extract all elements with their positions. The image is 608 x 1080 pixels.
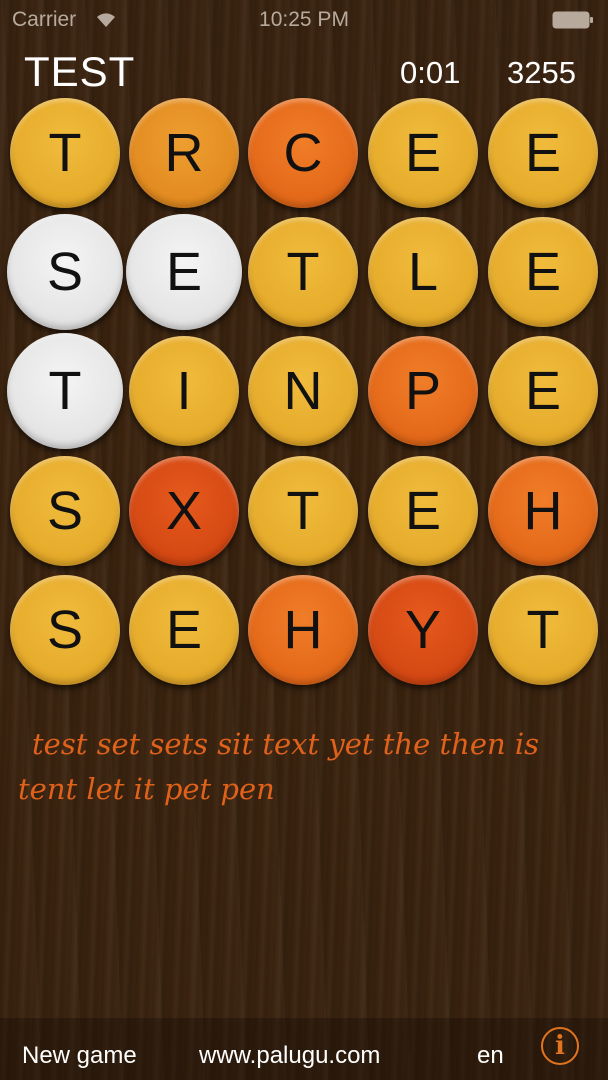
letter-tile[interactable]: E (488, 98, 598, 208)
letter-tile[interactable]: E (368, 456, 478, 566)
letter-tile[interactable]: S (10, 575, 120, 685)
website-link[interactable]: www.palugu.com (199, 1042, 380, 1070)
battery-icon (552, 11, 593, 29)
letter-tile[interactable]: S (7, 214, 123, 330)
letter-tile[interactable]: T (10, 98, 120, 208)
letter-tile[interactable]: I (129, 336, 239, 446)
letter-tile[interactable]: Y (368, 575, 478, 685)
game-timer: 0:01 (400, 55, 461, 90)
letter-tile[interactable]: R (129, 98, 239, 208)
letter-tile[interactable]: E (129, 575, 239, 685)
footer-bar: New game www.palugu.com en (0, 1018, 608, 1080)
letter-tile[interactable]: E (126, 214, 242, 330)
letter-tile[interactable]: L (368, 217, 478, 327)
language-button[interactable]: en (477, 1042, 504, 1070)
letter-tile[interactable]: H (488, 456, 598, 566)
letter-tile[interactable]: E (368, 98, 478, 208)
score-display: 3255 (507, 55, 576, 90)
letter-tile[interactable]: E (488, 336, 598, 446)
info-icon: i (555, 1031, 565, 1061)
letter-tile[interactable]: X (129, 456, 239, 566)
status-bar: Carrier 10:25 PM (0, 0, 608, 40)
new-game-button[interactable]: New game (22, 1042, 137, 1070)
found-words-list: test set sets sit text yet the then is t… (18, 727, 540, 806)
letter-board: TRCEESETLETINPESXTEHSEHYT (0, 93, 608, 693)
letter-tile[interactable]: C (248, 98, 358, 208)
letter-tile[interactable]: T (7, 333, 123, 449)
letter-tile[interactable]: T (248, 456, 358, 566)
letter-tile[interactable]: P (368, 336, 478, 446)
letter-tile[interactable]: T (488, 575, 598, 685)
letter-tile[interactable]: S (10, 456, 120, 566)
info-button[interactable]: i (541, 1027, 579, 1065)
status-time: 10:25 PM (259, 8, 349, 31)
letter-tile[interactable]: T (248, 217, 358, 327)
letter-tile[interactable]: E (488, 217, 598, 327)
letter-tile[interactable]: H (248, 575, 358, 685)
page-title: TEST (24, 48, 136, 95)
letter-tile[interactable]: N (248, 336, 358, 446)
